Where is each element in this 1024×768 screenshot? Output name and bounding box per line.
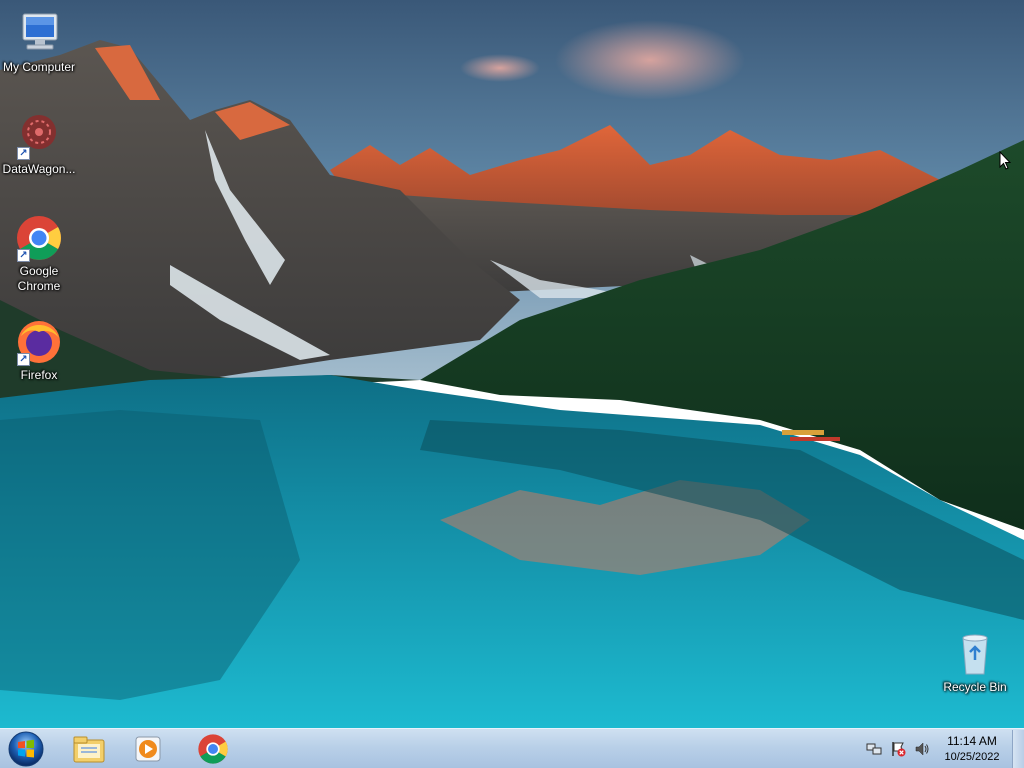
taskbar-chrome-button[interactable] — [187, 730, 239, 767]
datawagon-shortcut[interactable]: ↗ DataWagon... — [0, 112, 78, 177]
windows-logo-icon — [8, 731, 44, 767]
recycle-bin-shortcut[interactable]: Recycle Bin — [936, 630, 1014, 695]
taskbar-windows-explorer-button[interactable] — [63, 730, 115, 767]
datawagon-icon: ↗ — [15, 112, 63, 160]
show-desktop-button[interactable] — [1012, 730, 1024, 768]
chrome-icon: ↗ — [15, 214, 63, 262]
shortcut-arrow-icon: ↗ — [17, 353, 30, 366]
windows-explorer-icon — [73, 736, 105, 762]
my-computer-label: My Computer — [2, 60, 76, 74]
desktop-wallpaper — [0, 0, 1024, 728]
shortcut-arrow-icon: ↗ — [17, 147, 30, 160]
recycle-bin-label: Recycle Bin — [943, 680, 1007, 694]
clock[interactable]: 11:14 AM 10/25/2022 — [934, 733, 1010, 765]
firefox-label: Firefox — [20, 368, 58, 382]
firefox-icon: ↗ — [15, 318, 63, 366]
taskbar: 11:14 AM 10/25/2022 — [0, 728, 1024, 768]
chrome-icon — [198, 733, 228, 764]
computer-icon — [15, 10, 63, 58]
action-center-flag-icon[interactable] — [890, 741, 906, 757]
datawagon-label: DataWagon... — [2, 162, 76, 176]
firefox-shortcut[interactable]: ↗ Firefox — [0, 318, 78, 383]
media-player-icon — [135, 736, 161, 761]
volume-icon[interactable] — [914, 741, 930, 757]
my-computer-shortcut[interactable]: My Computer — [0, 10, 78, 75]
network-icon[interactable] — [866, 741, 882, 757]
google-chrome-label: Google Chrome — [17, 264, 61, 293]
taskbar-media-player-button[interactable] — [122, 730, 174, 767]
recycle-bin-icon — [951, 630, 999, 678]
shortcut-arrow-icon: ↗ — [17, 249, 30, 262]
mouse-cursor-icon — [999, 150, 1012, 176]
clock-date: 10/25/2022 — [944, 751, 1000, 763]
start-button[interactable] — [6, 730, 46, 768]
google-chrome-shortcut[interactable]: ↗ Google Chrome — [0, 214, 78, 294]
clock-time: 11:14 AM — [947, 734, 997, 748]
